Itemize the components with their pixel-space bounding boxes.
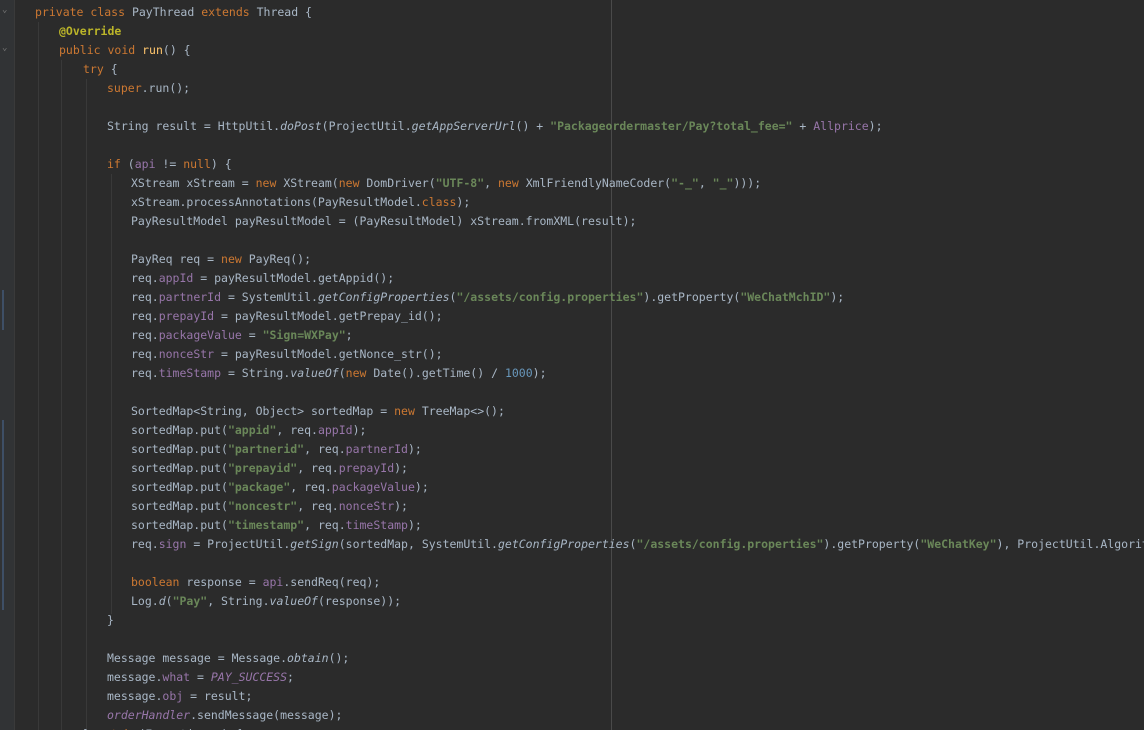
indent-guide [61,60,62,730]
code-line-35[interactable]: Message message = Message.obtain(); [107,649,349,668]
code-line-2[interactable]: @Override [59,22,121,41]
code-editor[interactable]: ⌄ ⌄ private class PayThread extends Thre… [0,0,1144,730]
code-line-33[interactable]: } [107,611,114,630]
code-line-24[interactable]: sortedMap.put("partnerid", req.partnerId… [131,440,422,459]
code-line-28[interactable]: sortedMap.put("timestamp", req.timeStamp… [131,516,422,535]
code-line-19[interactable]: req.nonceStr = payResultModel.getNonce_s… [131,345,443,364]
indent-guide [86,79,87,730]
right-margin-guide [611,0,612,730]
code-line-27[interactable]: sortedMap.put("noncestr", req.nonceStr); [131,497,408,516]
code-line-29[interactable]: req.sign = ProjectUtil.getSign(sortedMap… [131,535,1144,554]
fold-icon[interactable]: ⌄ [2,44,10,53]
code-line-17[interactable]: req.prepayId = payResultModel.getPrepay_… [131,307,443,326]
code-line-12[interactable]: PayResultModel payResultModel = (PayResu… [131,212,636,231]
code-line-14[interactable]: PayReq req = new PayReq(); [131,250,311,269]
indent-guide [38,22,39,730]
editor-gutter[interactable]: ⌄ ⌄ [0,0,15,730]
fold-icon[interactable]: ⌄ [2,6,10,15]
code-line-20[interactable]: req.timeStamp = String.valueOf(new Date(… [131,364,547,383]
code-line-7[interactable]: String result = HttpUtil.doPost(ProjectU… [107,117,883,136]
change-marker [2,290,4,330]
code-line-39[interactable]: } catch (Exception e) { [83,725,242,730]
code-line-32[interactable]: Log.d("Pay", String.valueOf(response)); [131,592,401,611]
code-line-11[interactable]: xStream.processAnnotations(PayResultMode… [131,193,470,212]
code-line-18[interactable]: req.packageValue = "Sign=WXPay"; [131,326,353,345]
code-line-16[interactable]: req.partnerId = SystemUtil.getConfigProp… [131,288,844,307]
code-line-1[interactable]: private class PayThread extends Thread { [35,3,312,22]
code-line-26[interactable]: sortedMap.put("package", req.packageValu… [131,478,429,497]
code-line-4[interactable]: try { [83,60,118,79]
code-line-10[interactable]: XStream xStream = new XStream(new DomDri… [131,174,761,193]
indent-guide [111,174,112,614]
code-line-38[interactable]: orderHandler.sendMessage(message); [107,706,342,725]
code-line-37[interactable]: message.obj = result; [107,687,252,706]
code-line-25[interactable]: sortedMap.put("prepayid", req.prepayId); [131,459,408,478]
code-line-22[interactable]: SortedMap<String, Object> sortedMap = ne… [131,402,505,421]
code-line-5[interactable]: super.run(); [107,79,190,98]
code-line-23[interactable]: sortedMap.put("appid", req.appId); [131,421,366,440]
code-line-9[interactable]: if (api != null) { [107,155,232,174]
code-line-36[interactable]: message.what = PAY_SUCCESS; [107,668,294,687]
code-line-3[interactable]: public void run() { [59,41,191,60]
change-marker [2,420,4,610]
code-line-15[interactable]: req.appId = payResultModel.getAppid(); [131,269,394,288]
code-line-31[interactable]: boolean response = api.sendReq(req); [131,573,380,592]
